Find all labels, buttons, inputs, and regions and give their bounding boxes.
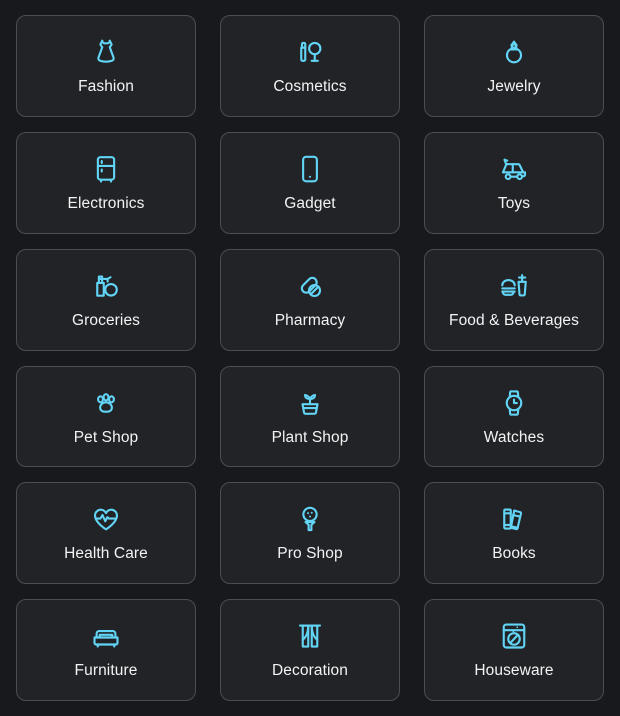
category-card-label: Fashion: [78, 78, 134, 96]
category-card-label: Plant Shop: [271, 428, 349, 446]
pills-icon: [295, 271, 325, 301]
category-card-label: Pet Shop: [73, 428, 139, 446]
smartphone-icon: [295, 154, 325, 184]
ring-icon: [499, 37, 529, 67]
category-card-label: Cosmetics: [273, 78, 347, 96]
category-card-label: Furniture: [74, 662, 138, 680]
category-card-label: Health Care: [64, 545, 148, 563]
lipstick-mirror-icon: [295, 37, 325, 67]
category-card-label: Decoration: [272, 662, 348, 680]
category-card-electronics[interactable]: Electronics: [16, 131, 196, 234]
category-card-decoration[interactable]: Decoration: [220, 599, 400, 701]
category-card-label: Toys: [497, 194, 531, 212]
category-card-label: Houseware: [474, 662, 554, 680]
category-card-plant-shop[interactable]: Plant Shop: [220, 365, 400, 468]
category-card-label: Pro Shop: [277, 545, 343, 563]
sofa-icon: [91, 621, 121, 651]
category-card-cosmetics[interactable]: Cosmetics: [220, 15, 400, 117]
category-card-gadget[interactable]: Gadget: [220, 131, 400, 234]
category-card-label: Pharmacy: [274, 311, 346, 329]
category-card-fashion[interactable]: Fashion: [16, 15, 196, 117]
potted-plant-icon: [295, 388, 325, 418]
category-card-houseware[interactable]: Houseware: [424, 599, 604, 701]
category-card-label: Books: [492, 545, 536, 563]
category-card-food-beverages[interactable]: Food & Beverages: [424, 248, 604, 351]
category-card-toys[interactable]: Toys: [424, 131, 604, 234]
burger-drink-icon: [499, 271, 529, 301]
refrigerator-icon: [91, 154, 121, 184]
category-card-label: Gadget: [284, 194, 336, 212]
dress-icon: [91, 37, 121, 67]
golf-ball-tee-icon: [295, 504, 325, 534]
category-grid: Fashion Cosmetics Jewelry Electronics Gadget…: [0, 0, 620, 716]
category-card-groceries[interactable]: Groceries: [16, 248, 196, 351]
category-card-watches[interactable]: Watches: [424, 365, 604, 468]
category-card-books[interactable]: Books: [424, 482, 604, 585]
category-card-pet-shop[interactable]: Pet Shop: [16, 365, 196, 468]
books-icon: [499, 504, 529, 534]
grocery-bottle-icon: [91, 271, 121, 301]
wristwatch-icon: [499, 388, 529, 418]
category-card-health-care[interactable]: Health Care: [16, 482, 196, 585]
category-card-label: Electronics: [67, 194, 145, 212]
paw-print-icon: [91, 388, 121, 418]
category-card-label: Groceries: [71, 311, 141, 329]
category-card-pharmacy[interactable]: Pharmacy: [220, 248, 400, 351]
category-card-label: Food & Beverages: [449, 311, 579, 329]
category-card-label: Jewelry: [487, 78, 541, 96]
toy-car-icon: [499, 154, 529, 184]
category-card-pro-shop[interactable]: Pro Shop: [220, 482, 400, 585]
heart-pulse-icon: [91, 504, 121, 534]
category-card-label: Watches: [483, 428, 545, 446]
curtains-icon: [295, 621, 325, 651]
category-card-jewelry[interactable]: Jewelry: [424, 15, 604, 117]
category-card-furniture[interactable]: Furniture: [16, 599, 196, 701]
washing-machine-icon: [499, 621, 529, 651]
